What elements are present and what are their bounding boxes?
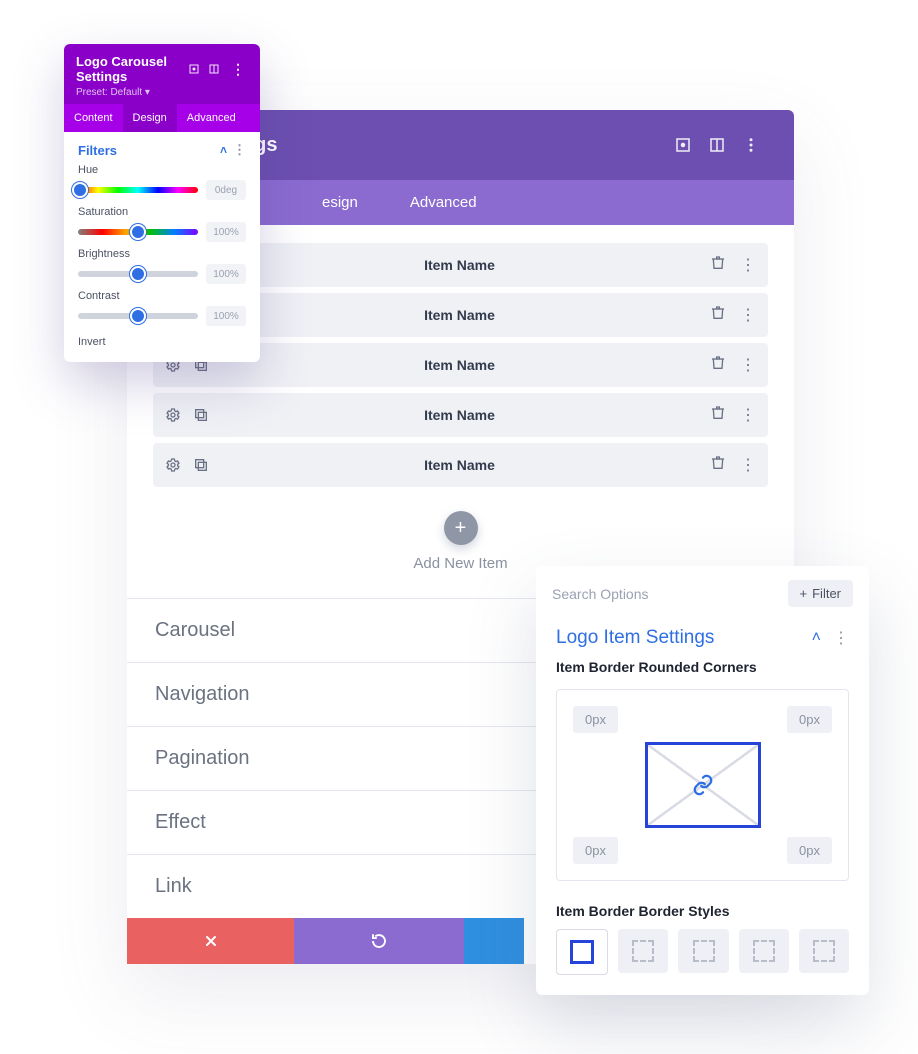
- slider-track[interactable]: [78, 313, 198, 319]
- border-style-option-3[interactable]: [678, 929, 728, 973]
- item-name-label: Item Name: [209, 257, 710, 273]
- undo-button[interactable]: [294, 918, 464, 964]
- corner-bottom-left-input[interactable]: 0px: [573, 837, 618, 864]
- item-row[interactable]: Item Name ⋮: [153, 393, 768, 437]
- chevron-up-icon: ˄: [812, 629, 821, 647]
- filters-floating-panel: Logo Carousel Settings ⋮ Preset: Default…: [64, 44, 260, 362]
- more-icon[interactable]: ⋮: [740, 305, 756, 325]
- more-icon[interactable]: ⋮: [228, 61, 248, 78]
- chevron-up-icon: ˄: [220, 143, 227, 157]
- item-name-label: Item Name: [209, 457, 710, 473]
- preset-label[interactable]: Preset: Default ▾: [76, 87, 248, 98]
- slider-track[interactable]: [78, 187, 198, 193]
- more-icon[interactable]: [734, 128, 768, 162]
- filters-header: Logo Carousel Settings ⋮ Preset: Default…: [64, 44, 260, 104]
- slider-value[interactable]: 100%: [206, 264, 246, 284]
- search-options-input[interactable]: Search Options: [552, 586, 788, 602]
- slider-value[interactable]: 100%: [206, 306, 246, 326]
- expand-icon[interactable]: [666, 128, 700, 162]
- gear-icon[interactable]: [165, 407, 181, 423]
- filters-tab-content[interactable]: Content: [64, 104, 123, 132]
- filters-panel-title: Logo Carousel Settings: [76, 54, 188, 84]
- rounded-corners-label: Item Border Rounded Corners: [536, 659, 869, 675]
- filters-body: Filters ˄ ⋮ Hue0degSaturation100%Brightn…: [64, 132, 260, 362]
- tab-advanced[interactable]: Advanced: [384, 180, 503, 225]
- rounded-corners-control: 0px 0px 0px 0px: [556, 689, 849, 881]
- border-styles-label: Item Border Border Styles: [536, 881, 869, 929]
- corner-bottom-right-input[interactable]: 0px: [787, 837, 832, 864]
- border-style-option-5[interactable]: [799, 929, 849, 973]
- logo-item-settings-panel: Search Options + Filter Logo Item Settin…: [536, 566, 869, 995]
- more-icon[interactable]: ⋮: [740, 355, 756, 375]
- filter-contrast: Contrast 100%: [78, 290, 246, 326]
- add-item-button[interactable]: +: [444, 511, 478, 545]
- trash-icon[interactable]: [710, 255, 726, 275]
- item-panel-header[interactable]: Logo Item Settings ˄ ⋮: [536, 621, 869, 659]
- trash-icon[interactable]: [710, 455, 726, 475]
- slider-track[interactable]: [78, 271, 198, 277]
- slider-thumb[interactable]: [130, 266, 146, 282]
- filter-label: Contrast: [78, 290, 246, 302]
- corner-top-left-input[interactable]: 0px: [573, 706, 618, 733]
- slider-value[interactable]: 100%: [206, 222, 246, 242]
- duplicate-icon[interactable]: [193, 457, 209, 473]
- duplicate-icon[interactable]: [193, 407, 209, 423]
- cancel-button[interactable]: [127, 918, 294, 964]
- filters-section-header[interactable]: Filters ˄ ⋮: [78, 142, 246, 158]
- columns-icon[interactable]: [700, 128, 734, 162]
- slider-value[interactable]: 0deg: [206, 180, 246, 200]
- more-icon[interactable]: ⋮: [740, 405, 756, 425]
- trash-icon[interactable]: [710, 405, 726, 425]
- filter-saturation: Saturation 100%: [78, 206, 246, 242]
- filters-tab-advanced[interactable]: Advanced: [177, 104, 246, 132]
- border-style-solid[interactable]: [556, 929, 608, 975]
- slider-thumb[interactable]: [130, 308, 146, 324]
- more-icon[interactable]: ⋮: [740, 255, 756, 275]
- filters-tab-design[interactable]: Design: [123, 104, 177, 132]
- item-name-label: Item Name: [209, 357, 710, 373]
- more-icon[interactable]: ⋮: [233, 142, 246, 158]
- border-style-option-4[interactable]: [739, 929, 789, 973]
- filter-label: Brightness: [78, 248, 246, 260]
- invert-label: Invert: [78, 336, 246, 348]
- slider-thumb[interactable]: [72, 182, 88, 198]
- filter-controls: Hue0degSaturation100%Brightness100%Contr…: [78, 164, 246, 326]
- filter-button[interactable]: + Filter: [788, 580, 853, 607]
- more-icon[interactable]: ⋮: [833, 628, 849, 648]
- expand-icon[interactable]: [188, 63, 208, 75]
- filter-label: Hue: [78, 164, 246, 176]
- border-style-option-2[interactable]: [618, 929, 668, 973]
- filter-label: Saturation: [78, 206, 246, 218]
- tab-design[interactable]: esign: [322, 180, 384, 225]
- item-row[interactable]: Item Name ⋮: [153, 443, 768, 487]
- filter-brightness: Brightness 100%: [78, 248, 246, 284]
- save-button[interactable]: [464, 918, 524, 964]
- filter-hue: Hue 0deg: [78, 164, 246, 200]
- border-styles-row: [536, 929, 869, 975]
- plus-icon: +: [800, 586, 808, 601]
- trash-icon[interactable]: [710, 305, 726, 325]
- gear-icon[interactable]: [165, 457, 181, 473]
- link-icon: [692, 774, 714, 796]
- link-corners-toggle[interactable]: [645, 742, 761, 828]
- filters-tabs: ContentDesignAdvanced: [64, 104, 260, 132]
- columns-icon[interactable]: [208, 63, 228, 75]
- item-name-label: Item Name: [209, 307, 710, 323]
- item-name-label: Item Name: [209, 407, 710, 423]
- item-panel-top: Search Options + Filter: [536, 566, 869, 621]
- slider-track[interactable]: [78, 229, 198, 235]
- trash-icon[interactable]: [710, 355, 726, 375]
- slider-thumb[interactable]: [130, 224, 146, 240]
- more-icon[interactable]: ⋮: [740, 455, 756, 475]
- item-panel-title: Logo Item Settings: [556, 627, 812, 649]
- corner-top-right-input[interactable]: 0px: [787, 706, 832, 733]
